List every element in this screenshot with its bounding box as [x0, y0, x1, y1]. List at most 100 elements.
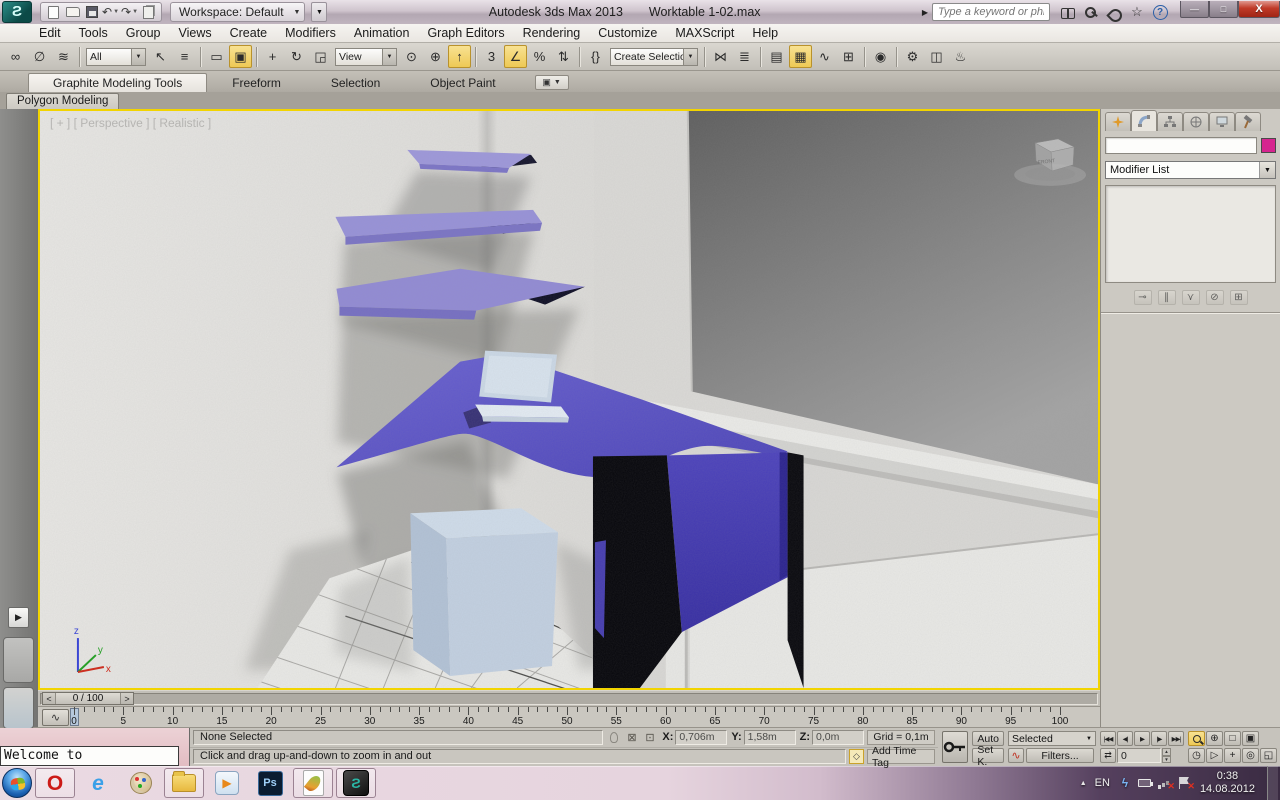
- zoom-button[interactable]: [1188, 731, 1205, 746]
- workspace-combo[interactable]: Workspace: Default ▼: [170, 2, 306, 22]
- ribbon-minimize-button[interactable]: ▣ ▼: [534, 75, 569, 90]
- battery-icon[interactable]: [1138, 776, 1154, 790]
- viewport-canvas[interactable]: FRONT z y x [ + ] [ Perspective ] [ Real…: [40, 111, 1098, 688]
- create-tab[interactable]: [1105, 112, 1131, 131]
- action-center-icon[interactable]: ✕: [1178, 776, 1195, 791]
- mini-curve-editor-button[interactable]: ∿: [42, 709, 69, 726]
- layer-manager-icon[interactable]: ▤: [765, 45, 788, 68]
- ribbon-tab-freeform[interactable]: Freeform: [207, 73, 306, 92]
- select-and-move-icon[interactable]: +: [261, 45, 284, 68]
- mirror-icon[interactable]: ⋈: [709, 45, 732, 68]
- workspace-flyout-button[interactable]: ▼: [311, 2, 328, 22]
- start-button[interactable]: [2, 768, 32, 798]
- add-time-tag-button[interactable]: Add Time Tag: [867, 745, 935, 769]
- menu-item-maxscript[interactable]: MAXScript: [666, 24, 743, 42]
- ribbon-tab-graphite-modeling-tools[interactable]: Graphite Modeling Tools: [28, 73, 208, 92]
- network-icon[interactable]: ✕: [1158, 776, 1175, 791]
- ribbon-tab-selection[interactable]: Selection: [306, 73, 405, 92]
- expand-panel-button[interactable]: ▶: [8, 607, 29, 628]
- trackbar-ruler[interactable]: 0 5 10 15 20 25 30 35 40 45 50 55 60 65 70 75 80 85 90 95 10…: [70, 707, 1068, 727]
- previous-frame-arrow[interactable]: <: [43, 693, 56, 704]
- search-input[interactable]: [932, 3, 1050, 21]
- hierarchy-tab[interactable]: [1157, 112, 1183, 131]
- open-file-icon[interactable]: [64, 4, 81, 21]
- menu-item-customize[interactable]: Customize: [589, 24, 666, 42]
- set-keys-button[interactable]: [942, 731, 969, 763]
- coordinate-z-field[interactable]: [812, 729, 864, 745]
- adaptive-degradation-toggle[interactable]: ◇: [849, 749, 864, 765]
- rendered-frame-window-icon[interactable]: ◫: [925, 45, 948, 68]
- favorites-star-icon[interactable]: ☆: [1129, 4, 1145, 20]
- taskbar-clock[interactable]: 0:38 14.08.2012: [1200, 770, 1259, 796]
- time-slider-track[interactable]: [40, 693, 1098, 705]
- pan-button[interactable]: +: [1224, 748, 1241, 763]
- go-to-start-button[interactable]: |◀◀: [1100, 731, 1116, 746]
- key-filter-combo[interactable]: Selected ▼: [1008, 731, 1096, 746]
- taskbar-item-internet-explorer[interactable]: e: [78, 768, 118, 798]
- snap-toggle-3d-icon[interactable]: 3: [480, 45, 503, 68]
- select-and-link-icon[interactable]: ∞: [4, 45, 27, 68]
- set-key-button[interactable]: Set K.: [972, 744, 1004, 768]
- selection-lock-toggle[interactable]: ⊠: [624, 730, 639, 745]
- viewport-layout-tab[interactable]: [3, 637, 34, 683]
- zoom-extents-all-button[interactable]: ▣: [1242, 731, 1259, 746]
- search-collapse-icon[interactable]: ▶: [922, 8, 928, 17]
- object-name-field[interactable]: [1105, 137, 1257, 154]
- taskbar-item-media-player[interactable]: ▶: [207, 768, 247, 798]
- perspective-viewport[interactable]: FRONT z y x [ + ] [ Perspective ] [ Real…: [38, 109, 1100, 690]
- modifier-list-combo[interactable]: Modifier List ▼: [1105, 161, 1276, 179]
- angle-snap-toggle-icon[interactable]: ∠: [504, 45, 527, 68]
- application-menu-button[interactable]: Ƨ: [2, 1, 32, 23]
- show-desktop-button[interactable]: [1267, 766, 1278, 800]
- communication-center-icon[interactable]: [1106, 4, 1122, 20]
- current-frame-field[interactable]: [1117, 748, 1161, 763]
- menu-item-tools[interactable]: Tools: [70, 24, 117, 42]
- isolate-selection-icon[interactable]: [606, 730, 621, 745]
- taskbar-item-photoshop-elements[interactable]: [293, 768, 333, 798]
- render-production-icon[interactable]: ♨: [949, 45, 972, 68]
- percent-snap-toggle-icon[interactable]: %: [528, 45, 551, 68]
- make-unique-button[interactable]: ⋎: [1181, 289, 1200, 305]
- align-icon[interactable]: ≣: [733, 45, 756, 68]
- spinner-snap-toggle-icon[interactable]: ⇅: [552, 45, 575, 68]
- save-file-icon[interactable]: [83, 4, 100, 21]
- play-button[interactable]: ▶: [1134, 731, 1150, 746]
- named-sets-combo[interactable]: Create Selection Se▼: [610, 47, 698, 66]
- schematic-view-icon[interactable]: ⊞: [837, 45, 860, 68]
- default-tangent-icon[interactable]: ∿: [1008, 748, 1024, 763]
- use-pivot-center-icon[interactable]: ⊙: [400, 45, 423, 68]
- taskbar-item-paint[interactable]: [121, 768, 161, 798]
- minimize-button[interactable]: —: [1180, 1, 1209, 18]
- window-crossing-toggle-icon[interactable]: ▣: [229, 45, 252, 68]
- menu-item-modifiers[interactable]: Modifiers: [276, 24, 345, 42]
- show-end-result-button[interactable]: ∥: [1157, 289, 1176, 305]
- time-slider-handle[interactable]: < 0 / 100 >: [42, 692, 134, 705]
- utilities-tab[interactable]: [1235, 112, 1261, 131]
- menu-item-create[interactable]: Create: [221, 24, 277, 42]
- unlink-selection-icon[interactable]: ∅: [28, 45, 51, 68]
- show-hidden-icons-button[interactable]: ▲: [1080, 780, 1087, 787]
- menu-item-help[interactable]: Help: [743, 24, 787, 42]
- close-button[interactable]: X: [1238, 1, 1280, 18]
- menu-item-graph-editors[interactable]: Graph Editors: [418, 24, 513, 42]
- key-mode-toggle[interactable]: ⇄: [1100, 748, 1116, 763]
- help-icon[interactable]: ?: [1152, 4, 1168, 20]
- undo-icon[interactable]: ↶ ▼: [102, 4, 119, 21]
- tab-polygon-modeling[interactable]: Polygon Modeling: [6, 93, 120, 109]
- menu-item-animation[interactable]: Animation: [345, 24, 419, 42]
- modify-tab[interactable]: [1131, 110, 1157, 131]
- select-and-rotate-icon[interactable]: ↻: [285, 45, 308, 68]
- material-editor-icon[interactable]: ◉: [869, 45, 892, 68]
- taskbar-item-file-explorer[interactable]: [164, 768, 204, 798]
- taskbar-item-opera[interactable]: O: [35, 768, 75, 798]
- remove-modifier-button[interactable]: ⊘: [1205, 289, 1224, 305]
- select-object-icon[interactable]: ↖: [149, 45, 172, 68]
- motion-tab[interactable]: [1183, 112, 1209, 131]
- selection-filter-combo[interactable]: All ▼: [86, 47, 146, 66]
- select-by-name-icon[interactable]: ≡: [173, 45, 196, 68]
- track-bar[interactable]: ∿ 0 5 10 15 20 25 30 35 40 45 50 55 60 65 70 75 80 85 90 95…: [38, 706, 1100, 727]
- selection-region-icon[interactable]: ▭: [205, 45, 228, 68]
- object-color-swatch[interactable]: [1261, 138, 1276, 153]
- language-indicator[interactable]: EN: [1095, 777, 1110, 789]
- pin-stack-button[interactable]: ⊸: [1133, 289, 1152, 305]
